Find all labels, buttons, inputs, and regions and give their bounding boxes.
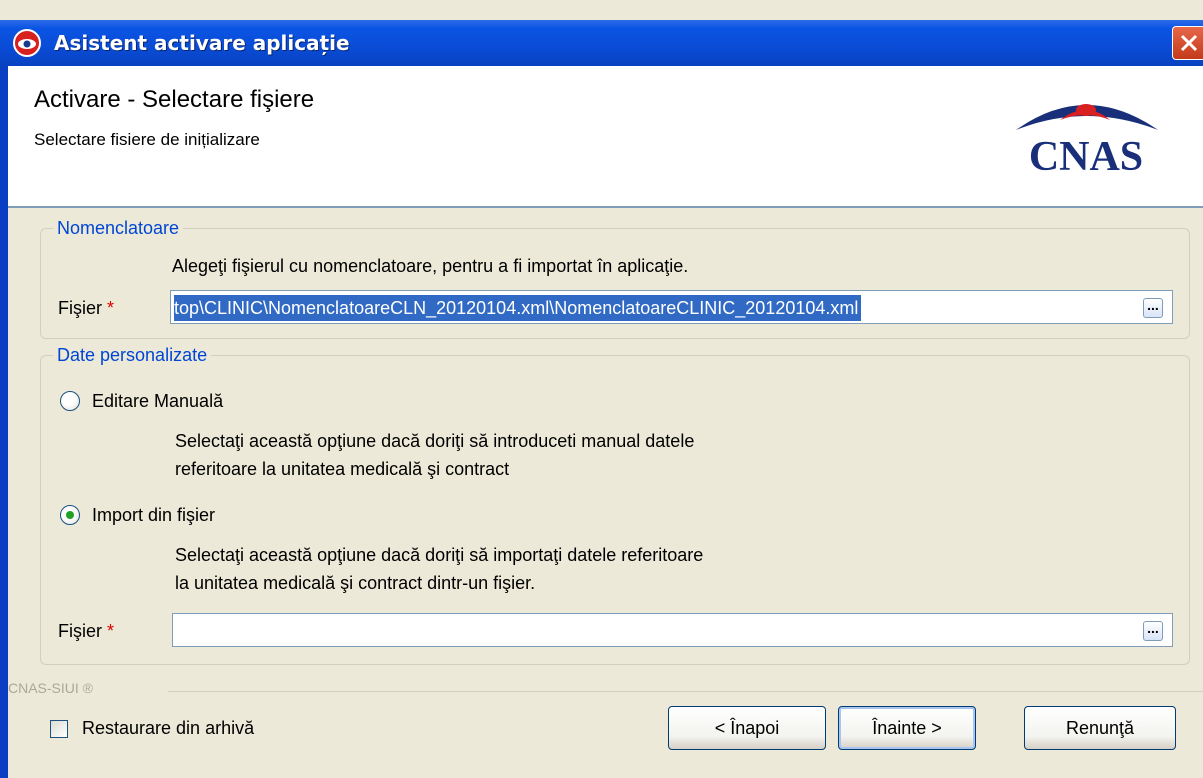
import-file-input[interactable]: ... (172, 613, 1173, 647)
title-bar[interactable]: Asistent activare aplicație (0, 20, 1203, 66)
required-mark: * (107, 298, 115, 318)
window-border (0, 20, 8, 778)
nomenclatoare-file-value: top\CLINIC\NomenclatoareCLN_20120104.xml… (174, 295, 862, 321)
window-title: Asistent activare aplicație (54, 31, 350, 55)
radio-selected-dot (66, 511, 74, 519)
cnas-logo: CNAS (1016, 104, 1158, 176)
editare-manuala-radio[interactable] (60, 391, 80, 411)
required-mark: * (107, 621, 115, 641)
wizard-window: Asistent activare aplicație Activare - S… (0, 0, 1203, 778)
file-label-text: Fişier (58, 298, 102, 318)
nomenclatoare-description: Alegeţi fişierul cu nomenclatoare, pentr… (172, 256, 689, 276)
import-fisier-radio[interactable] (60, 505, 80, 525)
cancel-button[interactable]: Renunţă (1024, 706, 1176, 750)
next-button[interactable]: Înainte > (838, 706, 976, 750)
page-title: Activare - Selectare fişiere (34, 86, 315, 113)
nomenclatoare-legend: Nomenclatoare (53, 217, 184, 239)
footer-divider (168, 691, 1203, 692)
import-fisier-label[interactable]: Import din fişier (92, 504, 215, 526)
file-label-text: Fişier (58, 621, 102, 641)
page-subtitle: Selectare fisiere de inițializare (34, 130, 260, 149)
date-personalizate-legend: Date personalizate (53, 344, 212, 366)
nomenclatoare-file-input[interactable]: top\CLINIC\NomenclatoareCLN_20120104.xml… (170, 290, 1173, 324)
close-icon (1180, 34, 1198, 52)
import-file-label: Fişier * (58, 620, 114, 642)
restore-archive-label[interactable]: Restaurare din arhivă (82, 717, 254, 739)
browse-button[interactable]: ... (1143, 621, 1163, 641)
app-eye-icon (13, 29, 41, 57)
back-button[interactable]: < Înapoi (668, 706, 826, 750)
import-fisier-desc-2: la unitatea medicală şi contract dintr-u… (175, 573, 536, 593)
restore-archive-checkbox[interactable] (50, 720, 68, 738)
browse-button[interactable]: ... (1143, 298, 1163, 318)
close-button[interactable] (1172, 26, 1203, 60)
wizard-header: Activare - Selectare fişiere Selectare f… (8, 66, 1203, 208)
editare-manuala-desc-1: Selectaţi această opţiune dacă doriţi să… (175, 431, 695, 451)
footer-brand: CNAS-SIUI ® (8, 680, 93, 696)
import-fisier-desc-1: Selectaţi această opţiune dacă doriţi să… (175, 545, 704, 565)
editare-manuala-desc-2: referitoare la unitatea medicală şi cont… (175, 459, 510, 479)
editare-manuala-label[interactable]: Editare Manuală (92, 390, 223, 412)
logo-text: CNAS (1029, 134, 1143, 176)
nomenclatoare-file-label: Fişier * (58, 297, 114, 319)
